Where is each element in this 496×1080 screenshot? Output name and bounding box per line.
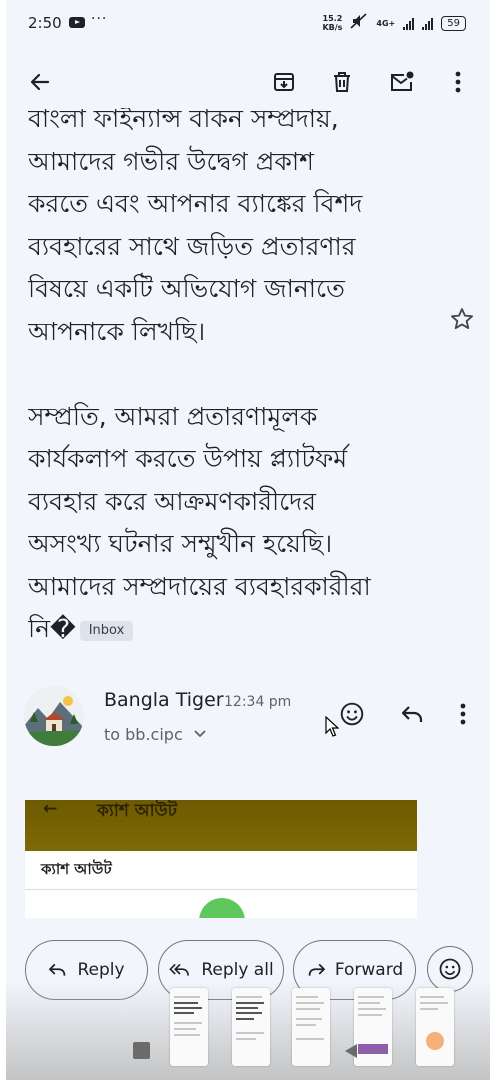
recent-app-thumbnail[interactable]: [416, 988, 454, 1066]
forward-icon: [308, 963, 326, 976]
recipient-text: to bb.cipc: [104, 725, 183, 744]
app-frame: 2:50 ··· 15.2 KB/s 4G+ 59 বাংলা ফাইন্যান…: [6, 0, 490, 1080]
avatar[interactable]: [24, 686, 84, 746]
mail-unread-icon[interactable]: [386, 56, 418, 108]
status-right: 15.2 KB/s 4G+ 59: [322, 13, 466, 33]
message-text: বাংলা ফাইন্যান্স বাকন সম্প্রদায়, আমাদের…: [28, 108, 371, 643]
divider: [25, 889, 417, 890]
sender-time: 12:34 pm: [224, 694, 292, 710]
more-vert-icon[interactable]: [446, 56, 470, 108]
mute-icon: [350, 13, 368, 33]
attachment-preview[interactable]: ← ক্যাশ আউট ক্যাশ আউট: [25, 800, 417, 918]
inbox-label-chip[interactable]: Inbox: [79, 621, 134, 641]
arrow-left-icon: ←: [43, 800, 58, 819]
archive-icon[interactable]: [268, 56, 300, 108]
reply-all-label: Reply all: [201, 960, 274, 980]
message-more-icon[interactable]: [452, 698, 474, 730]
back-nav-icon[interactable]: [343, 1043, 359, 1063]
recent-app-thumbnail[interactable]: [170, 988, 208, 1066]
reply-icon[interactable]: [396, 698, 428, 730]
success-check-icon: [199, 898, 245, 918]
reply-label: Reply: [77, 960, 125, 980]
trash-icon[interactable]: [326, 56, 358, 108]
mouse-cursor-icon: [325, 715, 340, 742]
status-time: 2:50: [28, 14, 62, 32]
net-speed: 15.2 KB/s: [322, 14, 343, 32]
recent-app-thumbnail[interactable]: [354, 988, 392, 1066]
recent-app-thumbnail[interactable]: [292, 988, 330, 1066]
reply-icon: [49, 963, 66, 976]
forward-label: Forward: [334, 960, 404, 980]
star-outline-icon[interactable]: [449, 306, 475, 336]
reply-all-icon: [169, 963, 190, 976]
sender-name[interactable]: Bangla Tiger: [104, 689, 224, 711]
more-notifications-icon: ···: [91, 11, 108, 27]
signal-2-icon: [422, 17, 434, 30]
attachment-header-title: ক্যাশ আউট: [97, 801, 178, 821]
battery-icon: 59: [441, 15, 466, 31]
emoji-icon: [439, 958, 461, 980]
youtube-notification-icon: [69, 17, 85, 28]
chevron-down-icon: [194, 723, 206, 742]
recipient-details[interactable]: to bb.cipc: [104, 723, 206, 744]
attachment-row-title: ক্যাশ আউট: [41, 860, 112, 878]
message-body: বাংলা ফাইন্যান্স বাকন সম্প্রদায়, আমাদের…: [28, 108, 448, 655]
signal-icon: [403, 17, 415, 30]
network-type: 4G+: [376, 18, 396, 28]
recents-nav-icon[interactable]: [133, 1042, 150, 1059]
status-bar: 2:50 ··· 15.2 KB/s 4G+ 59: [6, 0, 490, 48]
emoji-reaction-icon[interactable]: [336, 698, 368, 730]
attachment-header: ← ক্যাশ আউট: [25, 800, 417, 851]
arrow-left-icon[interactable]: [24, 56, 56, 108]
top-app-bar: [6, 56, 490, 108]
recent-app-thumbnail[interactable]: [232, 988, 270, 1066]
